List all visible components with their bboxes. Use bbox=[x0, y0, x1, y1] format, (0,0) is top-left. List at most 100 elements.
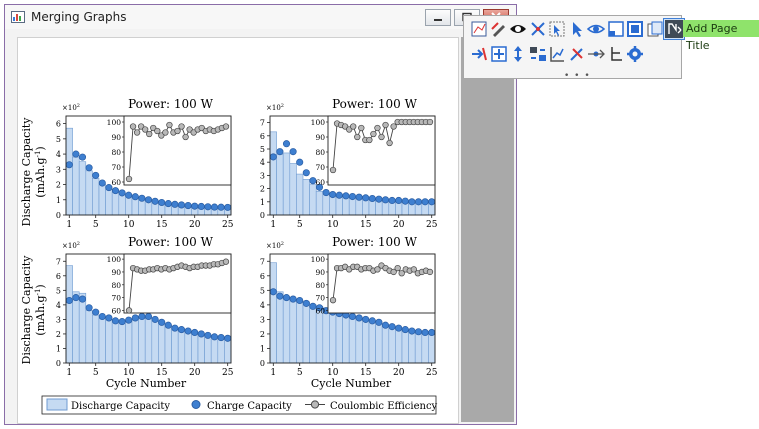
ce-point bbox=[358, 124, 365, 132]
x-tick-label: 5 bbox=[93, 368, 99, 378]
toolbar-button-copy-format[interactable] bbox=[645, 19, 665, 39]
discharge-bar bbox=[276, 291, 284, 364]
toolbar-button-tools[interactable] bbox=[567, 44, 587, 64]
discharge-bar bbox=[388, 326, 396, 364]
charge-point bbox=[131, 193, 139, 201]
discharge-bar bbox=[342, 314, 350, 364]
charge-point bbox=[92, 171, 100, 179]
charge-point bbox=[204, 203, 212, 211]
charge-point bbox=[131, 314, 139, 322]
discharge-bar bbox=[269, 131, 277, 216]
charge-point bbox=[348, 192, 357, 201]
toolbar-button-rescale[interactable] bbox=[528, 19, 548, 39]
discharge-bar bbox=[72, 156, 80, 216]
toolbar-button-frame[interactable] bbox=[625, 19, 645, 39]
toolbar-button-zoom[interactable] bbox=[489, 44, 509, 64]
discharge-bar bbox=[368, 320, 376, 364]
charge-point bbox=[269, 153, 277, 161]
x-tick-label: 20 bbox=[393, 220, 405, 230]
toolbar-more-indicator[interactable]: • • • bbox=[564, 71, 591, 81]
toolbar-button-move[interactable] bbox=[508, 44, 528, 64]
legend: Discharge Capacity Charge Capacity Coulo… bbox=[41, 395, 438, 415]
toolbar-button-merge-graph[interactable] bbox=[469, 19, 489, 39]
toolbar-button-link[interactable] bbox=[586, 44, 606, 64]
toolbar-button-eye[interactable] bbox=[586, 19, 606, 39]
y-tick-label: 7 bbox=[56, 257, 61, 266]
toolbar-button-settings[interactable] bbox=[625, 44, 645, 64]
x-tick-label: 20 bbox=[189, 368, 201, 378]
discharge-bar bbox=[125, 195, 133, 216]
legend-charge-marker bbox=[191, 400, 201, 409]
discharge-bar bbox=[151, 319, 159, 364]
y-tick-label: 2 bbox=[56, 181, 61, 190]
x-tick-label: 5 bbox=[297, 220, 303, 230]
charge-point bbox=[401, 326, 409, 334]
charge-point bbox=[197, 202, 205, 211]
ce-point bbox=[329, 297, 337, 304]
charge-point bbox=[428, 328, 436, 337]
discharge-bar bbox=[177, 329, 186, 364]
x-tick-label: 25 bbox=[426, 368, 438, 378]
legend-ce: Coulombic Efficiency bbox=[330, 401, 438, 412]
discharge-bar bbox=[296, 300, 304, 364]
discharge-bar bbox=[401, 329, 409, 364]
charge-point bbox=[289, 295, 297, 303]
charge-point bbox=[177, 201, 186, 209]
link-icon bbox=[588, 49, 605, 59]
y-tick-label: 6 bbox=[56, 120, 61, 129]
toolbar-button-swap[interactable] bbox=[528, 44, 548, 64]
charge-point bbox=[125, 191, 133, 199]
toolbar-button-align[interactable] bbox=[547, 44, 567, 64]
align-icon bbox=[550, 47, 564, 62]
y-tick-label: 4 bbox=[260, 301, 265, 310]
toolbar-button-add-title[interactable] bbox=[663, 18, 685, 40]
toolbar-button-layer[interactable] bbox=[606, 19, 626, 39]
charge-point bbox=[217, 203, 225, 211]
charge-point bbox=[282, 140, 291, 148]
charge-point bbox=[98, 179, 106, 187]
charge-point bbox=[362, 315, 370, 323]
ce-point bbox=[146, 130, 153, 138]
toolbar-button-cursor[interactable] bbox=[547, 19, 567, 39]
y-tick-label: 3 bbox=[56, 315, 61, 324]
add-title-icon bbox=[665, 20, 683, 38]
ylabel-top-units: (mAh.g bbox=[34, 157, 47, 197]
ylabel-top-sup: -1 bbox=[34, 151, 42, 158]
charge-point bbox=[85, 304, 93, 312]
charge-point bbox=[118, 189, 126, 197]
ce-point bbox=[166, 121, 173, 129]
ce-point bbox=[354, 133, 361, 141]
discharge-bar bbox=[282, 297, 291, 364]
ylabel-bottom-line1: Discharge Capacity bbox=[20, 255, 33, 365]
floating-toolbar[interactable]: • • • bbox=[463, 15, 685, 81]
x-axis-label-right: Cycle Number bbox=[311, 377, 392, 390]
toolbar-button-tree[interactable] bbox=[606, 44, 626, 64]
charge-point bbox=[151, 197, 159, 205]
charge-point bbox=[184, 327, 192, 335]
charge-point bbox=[224, 203, 232, 211]
discharge-bar bbox=[78, 161, 87, 216]
discharge-bar bbox=[269, 262, 277, 364]
discharge-bar bbox=[105, 188, 113, 216]
discharge-bar bbox=[355, 317, 363, 364]
charge-point bbox=[125, 316, 133, 324]
inset-y-tick-label: 80 bbox=[111, 148, 121, 157]
charge-point bbox=[164, 200, 172, 208]
copy-format-icon bbox=[647, 21, 662, 37]
charge-point bbox=[395, 324, 403, 332]
toolbar-button-select[interactable] bbox=[567, 19, 587, 39]
y-multiplier-exponent: 2 bbox=[77, 103, 80, 109]
y-tick-label: 1 bbox=[260, 198, 265, 207]
inset-y-tick-label: 100 bbox=[107, 255, 122, 264]
zoom-icon bbox=[490, 46, 507, 62]
toolbar-button-edit[interactable] bbox=[489, 19, 509, 39]
ce-point bbox=[129, 123, 137, 130]
toolbar-button-arrange[interactable] bbox=[469, 44, 489, 64]
charge-point bbox=[197, 330, 205, 338]
toolbar-button-show-hide[interactable] bbox=[508, 19, 528, 39]
y-tick-label: 6 bbox=[56, 272, 61, 281]
inset-y-tick-label: 90 bbox=[111, 268, 121, 277]
svg-text:(mAh.g-1): (mAh.g-1) bbox=[34, 146, 47, 197]
inset-y-tick-label: 80 bbox=[315, 281, 325, 290]
discharge-bar bbox=[421, 331, 429, 364]
